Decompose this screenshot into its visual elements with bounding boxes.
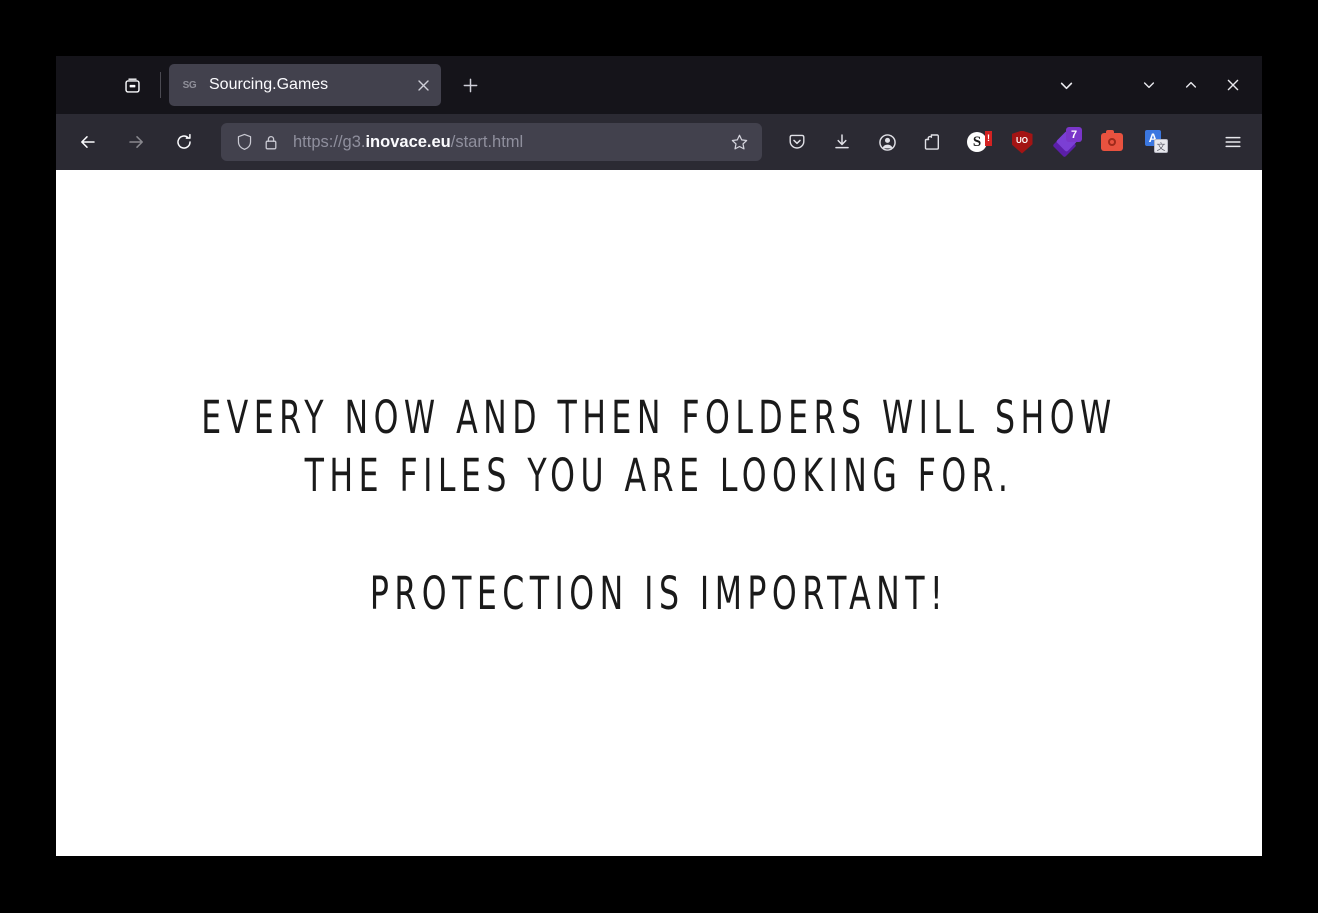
ext-gem-button[interactable]: 7 xyxy=(1048,123,1086,161)
toolbar-extension-icons: S ! UO 7 A 文 xyxy=(778,123,1214,161)
ext-s-badge: ! xyxy=(985,131,992,146)
url-suffix: /start.html xyxy=(450,132,524,151)
downloads-button[interactable] xyxy=(823,123,861,161)
page-headline-secondary: PROTECTION IS IMPORTANT! xyxy=(369,567,949,620)
page-content: EVERY NOW AND THEN FOLDERS WILL SHOW THE… xyxy=(56,170,1262,856)
close-icon xyxy=(417,79,429,91)
plus-icon xyxy=(463,78,477,92)
url-host: inovace.eu xyxy=(365,132,451,151)
navigation-toolbar: https://g3.inovace.eu/start.html S ! UO … xyxy=(56,114,1262,170)
download-icon xyxy=(835,134,849,149)
tab-close-button[interactable] xyxy=(409,71,437,99)
back-arrow-icon xyxy=(81,136,95,148)
extension-puzzle-icon xyxy=(924,134,939,150)
account-icon xyxy=(878,133,896,151)
url-text: https://g3.inovace.eu/start.html xyxy=(293,133,726,152)
firefox-view-button[interactable] xyxy=(112,67,152,103)
account-button[interactable] xyxy=(868,123,906,161)
ext-translate-icon: A 文 xyxy=(1145,130,1169,154)
desktop-background: SG Sourcing.Games https://g3.inovace.eu/… xyxy=(0,0,1318,913)
camera-lens xyxy=(1108,138,1116,146)
back-button[interactable] xyxy=(70,124,106,160)
tab-strip-separator xyxy=(160,72,161,98)
chevron-down-icon xyxy=(1060,82,1072,89)
firefox-view-icon xyxy=(124,77,140,93)
shield-icon xyxy=(237,133,251,150)
lock-icon xyxy=(265,135,277,149)
ext-translate-button[interactable]: A 文 xyxy=(1138,123,1176,161)
extensions-button[interactable] xyxy=(913,123,951,161)
tracking-protection-shield-icon[interactable] xyxy=(233,131,255,153)
window-close-button[interactable] xyxy=(1216,68,1250,102)
connection-lock-icon[interactable] xyxy=(260,131,282,153)
forward-arrow-icon xyxy=(129,136,143,148)
ext-s-icon: S ! xyxy=(967,131,992,152)
star-icon xyxy=(731,134,747,149)
url-prefix: https://g3. xyxy=(293,132,366,151)
ext-s-letter: S xyxy=(972,133,982,150)
forward-button[interactable] xyxy=(118,124,154,160)
reload-icon xyxy=(177,133,191,149)
hamburger-menu-icon xyxy=(1225,136,1241,148)
browser-tab[interactable]: SG Sourcing.Games xyxy=(169,64,441,106)
window-maximize-button[interactable] xyxy=(1174,68,1208,102)
window-close-icon xyxy=(1227,79,1239,91)
list-all-tabs-button[interactable] xyxy=(1048,68,1084,102)
url-bar[interactable]: https://g3.inovace.eu/start.html xyxy=(221,123,762,161)
new-tab-button[interactable] xyxy=(453,68,487,102)
ext-shield-uo-icon: UO xyxy=(1011,130,1033,154)
ext-shield-uo-label: UO xyxy=(1016,136,1028,145)
window-minimize-button[interactable] xyxy=(1132,68,1166,102)
browser-window: SG Sourcing.Games https://g3.inovace.eu/… xyxy=(56,56,1262,856)
ext-gem-icon: 7 xyxy=(1052,127,1082,158)
reload-button[interactable] xyxy=(166,124,202,160)
page-headline-primary: EVERY NOW AND THEN FOLDERS WILL SHOW THE… xyxy=(201,391,1117,502)
app-menu-button[interactable] xyxy=(1214,123,1252,161)
translate-target-letter: 文 xyxy=(1154,139,1168,153)
pocket-button[interactable] xyxy=(778,123,816,161)
ext-camera-button[interactable] xyxy=(1093,123,1131,161)
pocket-icon xyxy=(789,134,805,149)
tab-favicon: SG xyxy=(182,79,197,91)
minimize-chevron-down-icon xyxy=(1143,82,1155,89)
bookmark-star-button[interactable] xyxy=(726,129,752,155)
ext-shield-uo-button[interactable]: UO xyxy=(1003,123,1041,161)
ext-camera-icon xyxy=(1101,130,1123,151)
maximize-chevron-up-icon xyxy=(1185,81,1197,88)
tab-strip: SG Sourcing.Games xyxy=(56,56,1262,114)
ext-gem-badge: 7 xyxy=(1066,127,1082,142)
window-controls xyxy=(1132,68,1256,102)
ext-s-button[interactable]: S ! xyxy=(958,123,996,161)
tab-title: Sourcing.Games xyxy=(209,76,329,93)
